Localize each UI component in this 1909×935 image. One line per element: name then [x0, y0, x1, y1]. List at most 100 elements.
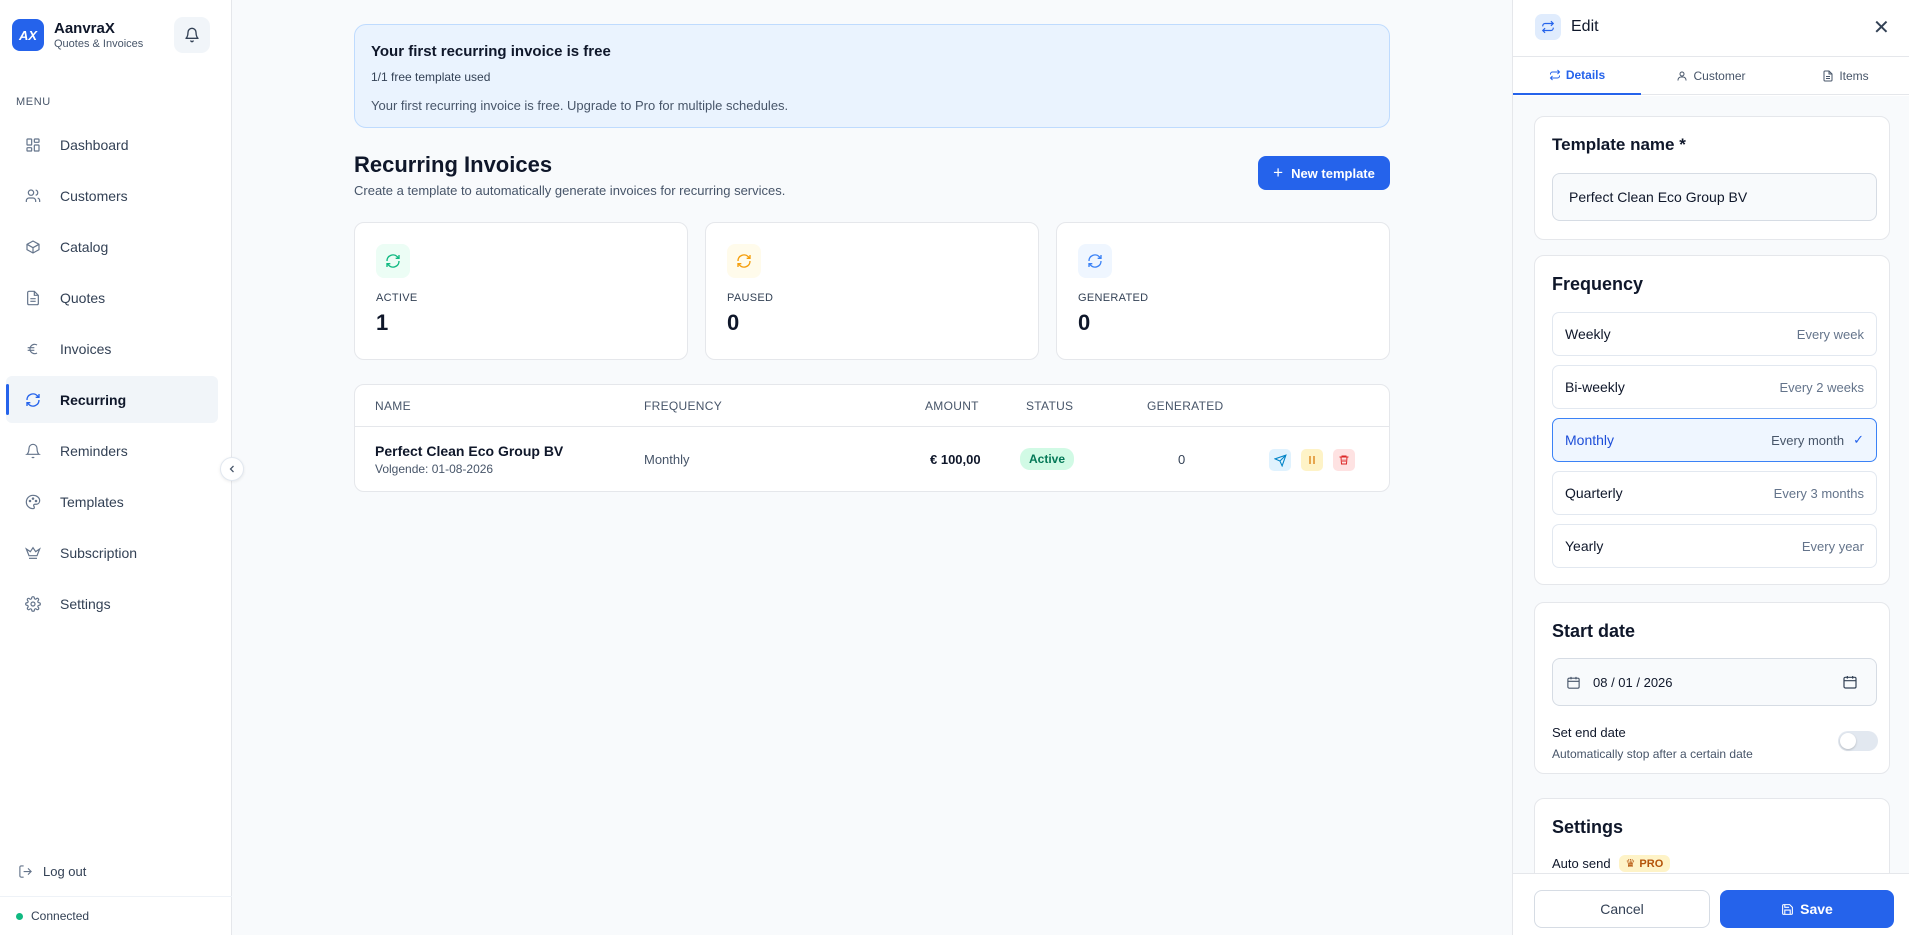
end-date-toggle[interactable] [1838, 731, 1878, 751]
edit-panel: Edit ✕ Details Customer Items Template n… [1512, 0, 1909, 935]
brand-subtitle: Quotes & Invoices [54, 37, 144, 50]
row-amount: € 100,00 [930, 452, 981, 467]
tab-label: Customer [1693, 69, 1746, 83]
table-header: NAME FREQUENCY AMOUNT STATUS GENERATED [355, 385, 1389, 427]
stat-card-generated: GENERATED 0 [1056, 222, 1390, 360]
bell-icon [24, 442, 42, 460]
logout-icon [18, 864, 33, 879]
notifications-button[interactable] [174, 17, 210, 53]
tab-items[interactable]: Items [1781, 57, 1909, 95]
tab-details[interactable]: Details [1513, 57, 1641, 95]
brand-name: AanvraX [54, 19, 115, 37]
sidebar-item-catalog[interactable]: Catalog [6, 223, 218, 270]
sidebar-item-label: Customers [60, 187, 128, 204]
cancel-button[interactable]: Cancel [1534, 890, 1710, 928]
frequency-option-desc: Every 2 weeks [1779, 379, 1864, 395]
table-row[interactable]: Perfect Clean Eco Group BV Volgende: 01-… [355, 427, 1389, 491]
frequency-option-weekly[interactable]: Weekly Every week [1552, 312, 1877, 356]
repeat-icon [1535, 14, 1561, 40]
settings-card: Settings Auto send ♛ PRO [1534, 798, 1890, 873]
settings-label: Settings [1552, 817, 1624, 837]
sidebar-item-dashboard[interactable]: Dashboard [6, 121, 218, 168]
auto-send-label: Auto send [1552, 856, 1611, 871]
stat-value: 0 [1078, 310, 1091, 335]
sidebar-item-reminders[interactable]: Reminders [6, 427, 218, 474]
plus-icon: + [1273, 163, 1284, 182]
sidebar-item-recurring[interactable]: Recurring [6, 376, 218, 423]
connection-status: Connected [0, 896, 232, 935]
euro-icon [24, 340, 42, 358]
frequency-option-yearly[interactable]: Yearly Every year [1552, 524, 1877, 568]
bell-icon [185, 27, 199, 43]
logout-button[interactable]: Log out [18, 864, 86, 879]
sidebar-item-quotes[interactable]: Quotes [6, 274, 218, 321]
template-name-card: Template name * Perfect Clean Eco Group … [1534, 116, 1890, 240]
tab-customer[interactable]: Customer [1647, 57, 1775, 95]
recurring-table: NAME FREQUENCY AMOUNT STATUS GENERATED P… [354, 384, 1390, 492]
dashboard-icon [24, 136, 42, 154]
frequency-option-label: Quarterly [1565, 485, 1623, 501]
column-header-amount: AMOUNT [925, 399, 979, 413]
pro-badge: ♛ PRO [1618, 855, 1671, 872]
sidebar-item-invoices[interactable]: Invoices [6, 325, 218, 372]
sidebar-item-label: Quotes [60, 289, 106, 306]
start-date-input[interactable]: 08 / 01 / 2026 [1552, 658, 1877, 706]
brand[interactable]: AX AanvraX Quotes & Invoices [12, 19, 143, 51]
send-button[interactable] [1269, 449, 1291, 471]
sidebar-item-label: Recurring [60, 391, 127, 408]
stat-card-active: ACTIVE 1 [354, 222, 688, 360]
refresh-icon [1078, 244, 1112, 278]
frequency-option-monthly[interactable]: Monthly Every month ✓ [1552, 418, 1877, 462]
frequency-option-biweekly[interactable]: Bi-weekly Every 2 weeks [1552, 365, 1877, 409]
chevron-left-icon [229, 465, 234, 473]
connection-status-label: Connected [31, 909, 90, 923]
column-header-frequency: FREQUENCY [644, 399, 723, 413]
row-name: Perfect Clean Eco Group BV [375, 443, 564, 459]
pause-button[interactable] [1301, 449, 1323, 471]
save-label: Save [1800, 901, 1833, 917]
sidebar-item-label: Templates [60, 493, 124, 510]
column-header-generated: GENERATED [1147, 399, 1224, 413]
sidebar-item-templates[interactable]: Templates [6, 478, 218, 525]
stat-label: PAUSED [727, 292, 774, 304]
trash-icon [1339, 455, 1349, 465]
panel-header: Edit ✕ [1513, 0, 1909, 57]
collapse-sidebar-button[interactable] [220, 457, 244, 481]
repeat-icon [1549, 69, 1561, 81]
template-name-input[interactable]: Perfect Clean Eco Group BV [1552, 173, 1877, 221]
check-icon: ✓ [1853, 432, 1864, 447]
frequency-option-desc: Every week [1796, 326, 1864, 342]
banner-description: Your first recurring invoice is free. Up… [371, 98, 789, 113]
pause-icon [1309, 456, 1315, 464]
delete-button[interactable] [1333, 449, 1355, 471]
sidebar-item-label: Dashboard [60, 136, 129, 153]
panel-tabs: Details Customer Items [1513, 57, 1909, 95]
close-icon[interactable]: ✕ [1873, 15, 1890, 40]
palette-icon [24, 493, 42, 511]
start-date-label: Start date [1552, 621, 1636, 641]
stat-value: 0 [727, 310, 740, 335]
banner-title: Your first recurring invoice is free [371, 43, 611, 60]
frequency-option-desc: Every month [1771, 432, 1845, 448]
sidebar-item-customers[interactable]: Customers [6, 172, 218, 219]
free-tier-banner: Your first recurring invoice is free 1/1… [354, 24, 1390, 128]
column-header-status: STATUS [1026, 399, 1074, 413]
gear-icon [24, 595, 42, 613]
users-icon [24, 187, 42, 205]
tab-label: Items [1839, 69, 1869, 83]
new-template-label: New template [1291, 165, 1375, 181]
sidebar: AX AanvraX Quotes & Invoices MENU Dashbo… [0, 0, 232, 935]
status-dot-icon [16, 912, 23, 920]
frequency-option-quarterly[interactable]: Quarterly Every 3 months [1552, 471, 1877, 515]
stat-label: GENERATED [1078, 292, 1149, 304]
new-template-button[interactable]: + New template [1258, 156, 1390, 190]
row-next-date: Volgende: 01-08-2026 [375, 462, 494, 476]
panel-title: Edit [1571, 18, 1599, 35]
status-badge: Active [1020, 448, 1075, 470]
sidebar-item-subscription[interactable]: Subscription [6, 529, 218, 576]
calendar-picker-icon[interactable] [1842, 674, 1858, 690]
document-icon [24, 289, 42, 307]
crown-icon: ♛ [1625, 858, 1636, 870]
save-button[interactable]: Save [1720, 890, 1894, 928]
sidebar-item-settings[interactable]: Settings [6, 580, 218, 627]
